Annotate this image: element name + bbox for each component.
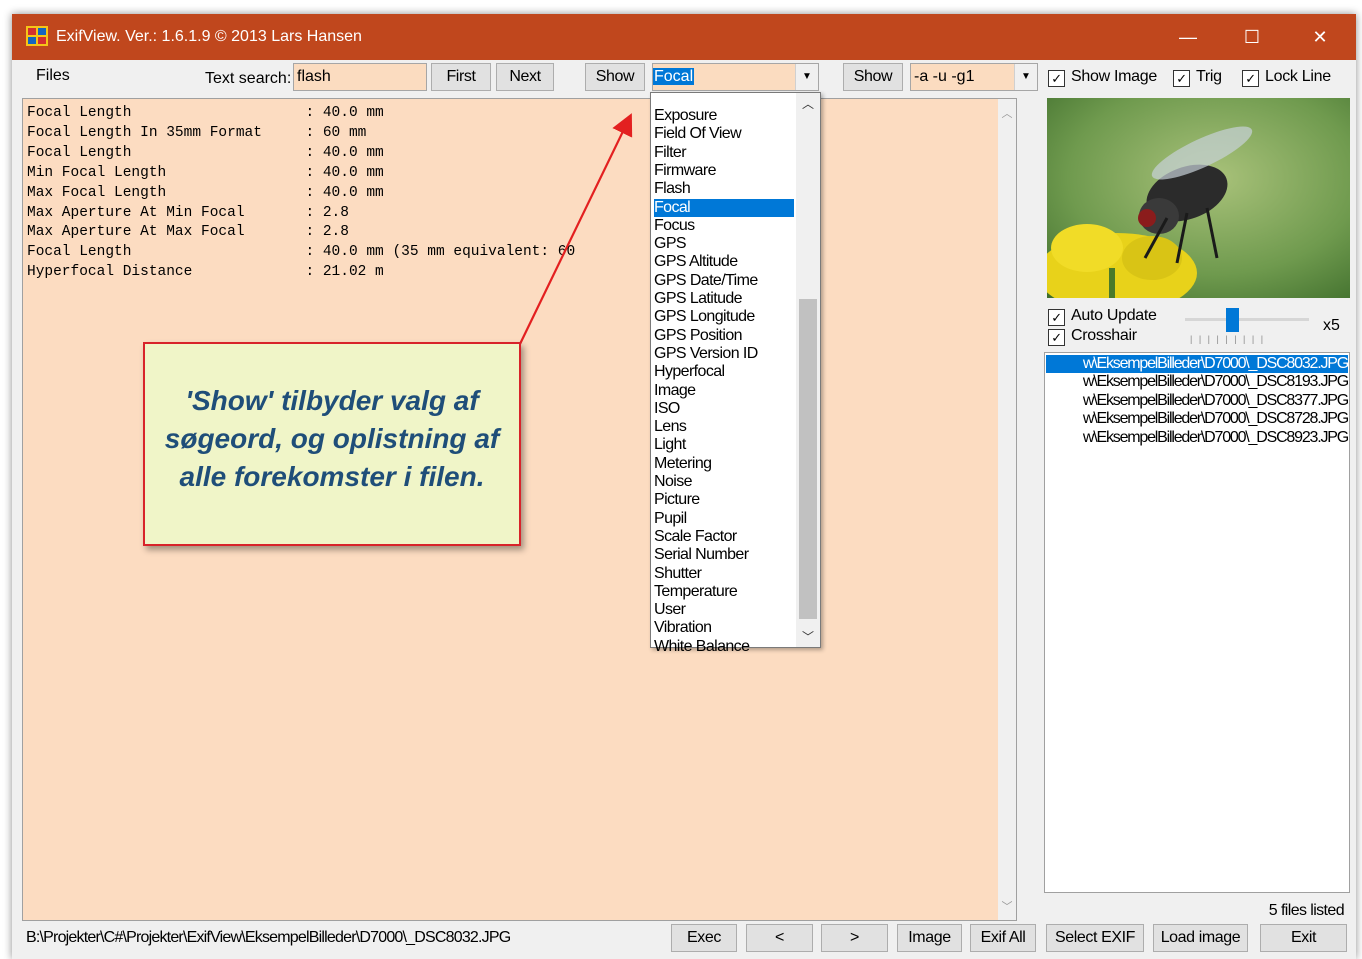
load-image-button[interactable]: Load image (1153, 924, 1248, 952)
exit-button[interactable]: Exit (1260, 924, 1347, 952)
dropdown-option[interactable]: Pupil (654, 510, 794, 528)
dropdown-option[interactable]: GPS (654, 235, 794, 253)
dropdown-option[interactable]: Firmware (654, 162, 794, 180)
select-exif-button[interactable]: Select EXIF (1046, 924, 1144, 952)
dropdown-option[interactable]: Field Of View (654, 125, 794, 143)
dropdown-option[interactable]: GPS Altitude (654, 253, 794, 271)
file-list-item[interactable]: w\EksempelBilleder\D7000\_DSC8193.JPG (1046, 373, 1349, 391)
dropdown-option[interactable]: Light (654, 436, 794, 454)
crosshair-checkbox[interactable]: ✓ Crosshair (1048, 327, 1137, 346)
dropdown-scrollbar[interactable]: ︿ ﹀ (796, 93, 820, 647)
image-preview[interactable] (1047, 98, 1350, 298)
current-file-path: B:\Projekter\C#\Projekter\ExifView\Eksem… (26, 929, 511, 946)
dropdown-option[interactable]: GPS Position (654, 327, 794, 345)
scroll-thumb[interactable] (799, 299, 817, 619)
dropdown-option[interactable]: Filter (654, 144, 794, 162)
dropdown-option[interactable]: Flash (654, 180, 794, 198)
annotation-callout: 'Show' tilbyder valg af søgeord, og opli… (143, 342, 521, 546)
file-list-item[interactable]: w\EksempelBilleder\D7000\_DSC8923.JPG (1046, 429, 1349, 447)
scroll-up-icon[interactable]: ︿ (796, 95, 820, 112)
dropdown-option[interactable]: Focus (654, 217, 794, 235)
dropdown-option[interactable]: Vibration (654, 619, 794, 637)
zoom-slider-thumb[interactable] (1226, 308, 1239, 332)
exif-all-button[interactable]: Exif All (970, 924, 1036, 952)
dropdown-option[interactable]: Image (654, 382, 794, 400)
app-window: ExifView. Ver.: 1.6.1.9 © 2013 Lars Hans… (12, 14, 1356, 959)
dropdown-option[interactable]: Picture (654, 491, 794, 509)
dropdown-option[interactable]: Lens (654, 418, 794, 436)
checkmark-icon: ✓ (1048, 329, 1065, 346)
tag-dropdown-list[interactable]: Exposure Field Of View Filter Firmware Flash… (650, 92, 821, 655)
dropdown-option[interactable]: Metering (654, 455, 794, 473)
file-list-item[interactable]: w\EksempelBilleder\D7000\_DSC8032.JPG (1046, 355, 1349, 374)
zoom-label: x5 (1323, 317, 1340, 334)
auto-update-label: Auto Update (1071, 307, 1157, 324)
zoom-slider-track[interactable] (1185, 318, 1309, 321)
file-list[interactable]: w\EksempelBilleder\D7000\_DSC8032.JPG w\E… (1044, 352, 1350, 893)
auto-update-checkbox[interactable]: ✓ Auto Update (1048, 307, 1157, 326)
file-list-item[interactable]: w\EksempelBilleder\D7000\_DSC8377.JPG (1046, 392, 1349, 410)
dropdown-option[interactable]: Exposure (654, 107, 794, 125)
image-button[interactable]: Image (897, 924, 962, 952)
dropdown-option[interactable]: Noise (654, 473, 794, 491)
checkmark-icon: ✓ (1048, 309, 1065, 326)
dropdown-option[interactable]: GPS Version ID (654, 345, 794, 363)
callout-line-2: søgeord, og oplistning af (164, 423, 500, 454)
scroll-down-icon[interactable]: ﹀ (796, 628, 820, 645)
dropdown-option[interactable]: Temperature (654, 583, 794, 601)
next-file-button[interactable]: > (821, 924, 888, 952)
dropdown-option[interactable]: GPS Date/Time (654, 272, 794, 290)
dropdown-option[interactable]: GPS Longitude (654, 308, 794, 326)
file-list-item[interactable]: w\EksempelBilleder\D7000\_DSC8728.JPG (1046, 410, 1349, 428)
callout-line-1: 'Show' tilbyder valg af (185, 385, 479, 416)
callout-line-3: alle forekomster i filen. (179, 461, 485, 492)
dropdown-option[interactable]: Serial Number (654, 546, 794, 564)
dropdown-option[interactable]: Scale Factor (654, 528, 794, 546)
dropdown-option[interactable]: White Balance (654, 638, 794, 656)
dropdown-option[interactable]: User (654, 601, 794, 619)
dropdown-option[interactable]: Hyperfocal (654, 363, 794, 381)
exec-button[interactable]: Exec (671, 924, 737, 952)
crosshair-label: Crosshair (1071, 327, 1137, 344)
dropdown-option[interactable]: Shutter (654, 565, 794, 583)
dropdown-option[interactable]: ISO (654, 400, 794, 418)
previous-file-button[interactable]: < (746, 924, 813, 952)
slider-ticks: ||||||||| (1190, 334, 1270, 344)
dropdown-option[interactable]: Focal (654, 198, 794, 217)
files-count-label: 5 files listed (1268, 902, 1345, 919)
dropdown-option[interactable]: GPS Latitude (654, 290, 794, 308)
